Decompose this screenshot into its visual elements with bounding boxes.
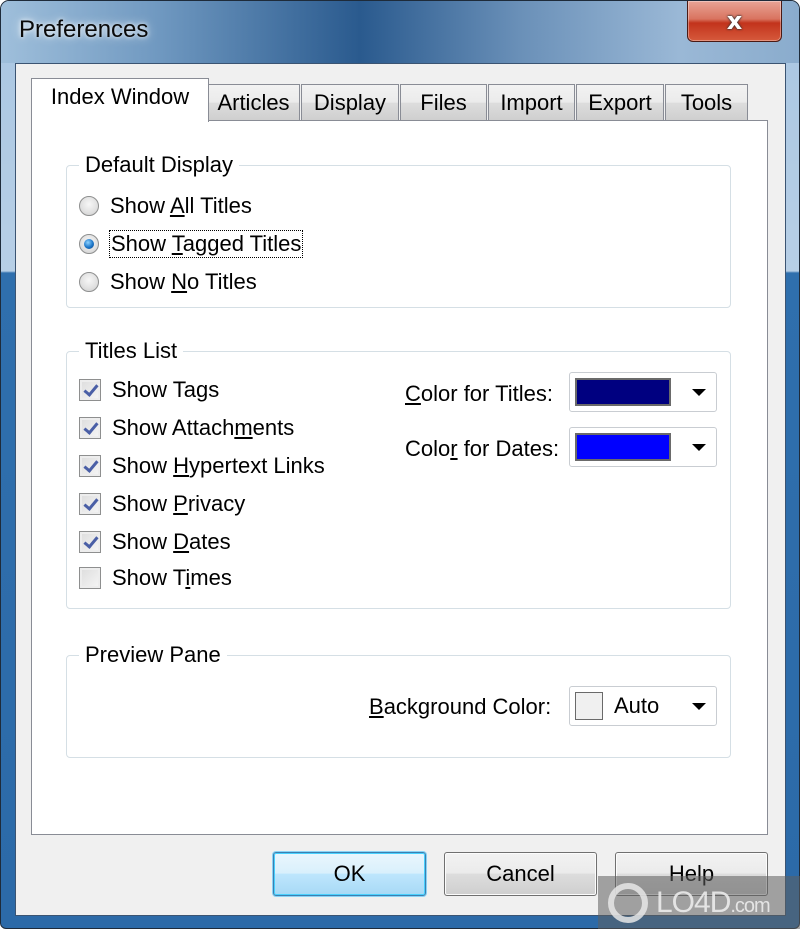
option-label: Show Attachments — [112, 415, 295, 440]
background-color-label: Background Color: — [369, 694, 552, 719]
checkbox-show-tags[interactable]: Show Tags — [79, 376, 219, 404]
checkbox[interactable] — [79, 493, 101, 515]
tab-label: Files — [420, 90, 467, 115]
option-label: Show Tags — [112, 377, 220, 402]
color-for-dates-dropdown[interactable] — [569, 427, 717, 467]
close-icon: x — [726, 7, 743, 35]
radio-show-all-titles[interactable]: Show All Titles — [79, 192, 252, 220]
titles-list-label: Titles List — [79, 338, 184, 364]
option-label: Show Dates — [112, 529, 231, 554]
tab-index-window[interactable]: Index Window — [31, 78, 209, 122]
dropdown-arrow-icon — [692, 389, 706, 396]
default-display-label: Default Display — [79, 152, 239, 178]
tab-tools[interactable]: Tools — [665, 84, 748, 120]
preview-pane-group: Preview Pane Background Color: Auto — [66, 642, 731, 758]
ok-button[interactable]: OK — [273, 852, 426, 896]
tab-label: Export — [588, 90, 652, 115]
checkbox[interactable] — [79, 455, 101, 477]
option-label: Show Hypertext Links — [112, 453, 325, 478]
preview-pane-label: Preview Pane — [79, 642, 227, 668]
checkbox[interactable] — [79, 379, 101, 401]
option-label: Show Tagged Titles — [108, 230, 304, 258]
dropdown-arrow-icon — [692, 703, 706, 710]
tab-import[interactable]: Import — [488, 84, 575, 120]
color-for-titles-dropdown[interactable] — [569, 372, 717, 412]
cancel-button[interactable]: Cancel — [444, 852, 597, 896]
option-label: Show All Titles — [110, 193, 252, 218]
tab-label: Tools — [680, 90, 733, 115]
radio-button[interactable] — [79, 196, 99, 216]
tab-articles[interactable]: Articles — [207, 84, 300, 120]
checkbox-show-privacy[interactable]: Show Privacy — [79, 490, 245, 518]
preferences-dialog: Preferences x Index Window Articles Disp… — [0, 0, 800, 929]
titles-list-group: Titles List Show Tags Show Attachments S… — [66, 338, 731, 609]
color-swatch-background — [575, 692, 603, 720]
color-for-dates-label: Color for Dates: — [405, 436, 560, 461]
radio-button[interactable] — [79, 272, 99, 292]
radio-show-no-titles[interactable]: Show No Titles — [79, 268, 257, 296]
checkbox-show-dates[interactable]: Show Dates — [79, 528, 231, 556]
tab-label: Articles — [217, 90, 290, 115]
tab-label: Import — [500, 90, 563, 115]
background-color-dropdown[interactable]: Auto — [569, 686, 717, 726]
checkbox-show-attachments[interactable]: Show Attachments — [79, 414, 294, 442]
radio-show-tagged-titles[interactable]: Show Tagged Titles — [79, 230, 304, 258]
checkbox[interactable] — [79, 417, 101, 439]
dropdown-arrow-icon — [692, 444, 706, 451]
close-button[interactable]: x — [687, 1, 782, 42]
radio-button-selected[interactable] — [79, 234, 99, 254]
dialog-client-area: Index Window Articles Display Files Impo… — [15, 63, 786, 916]
color-for-titles-label: Color for Titles: — [405, 381, 553, 406]
option-label: Show No Titles — [110, 269, 257, 294]
watermark-text: LO4D.com — [656, 885, 771, 919]
checkbox[interactable] — [79, 531, 101, 553]
option-label: Show Privacy — [112, 491, 246, 516]
color-swatch-dates — [575, 433, 671, 461]
default-display-group: Default Display Show All Titles Show Tag… — [66, 152, 731, 308]
watermark: LO4D.com — [598, 876, 800, 929]
tab-export[interactable]: Export — [576, 84, 664, 120]
background-color-value: Auto — [614, 693, 660, 718]
checkbox[interactable] — [79, 567, 101, 589]
window-title: Preferences — [19, 16, 149, 43]
color-swatch-titles — [575, 378, 671, 406]
tab-label: Display — [313, 90, 387, 115]
checkbox-show-hypertext-links[interactable]: Show Hypertext Links — [79, 452, 325, 480]
checkbox-show-times[interactable]: Show Times — [79, 564, 232, 592]
lo4d-logo-icon — [608, 882, 648, 923]
option-label: Show Times — [112, 565, 232, 590]
tab-label: Index Window — [50, 84, 190, 109]
tab-files[interactable]: Files — [400, 84, 487, 120]
tab-panel-index-window: Default Display Show All Titles Show Tag… — [31, 120, 768, 835]
tab-display[interactable]: Display — [301, 84, 399, 120]
